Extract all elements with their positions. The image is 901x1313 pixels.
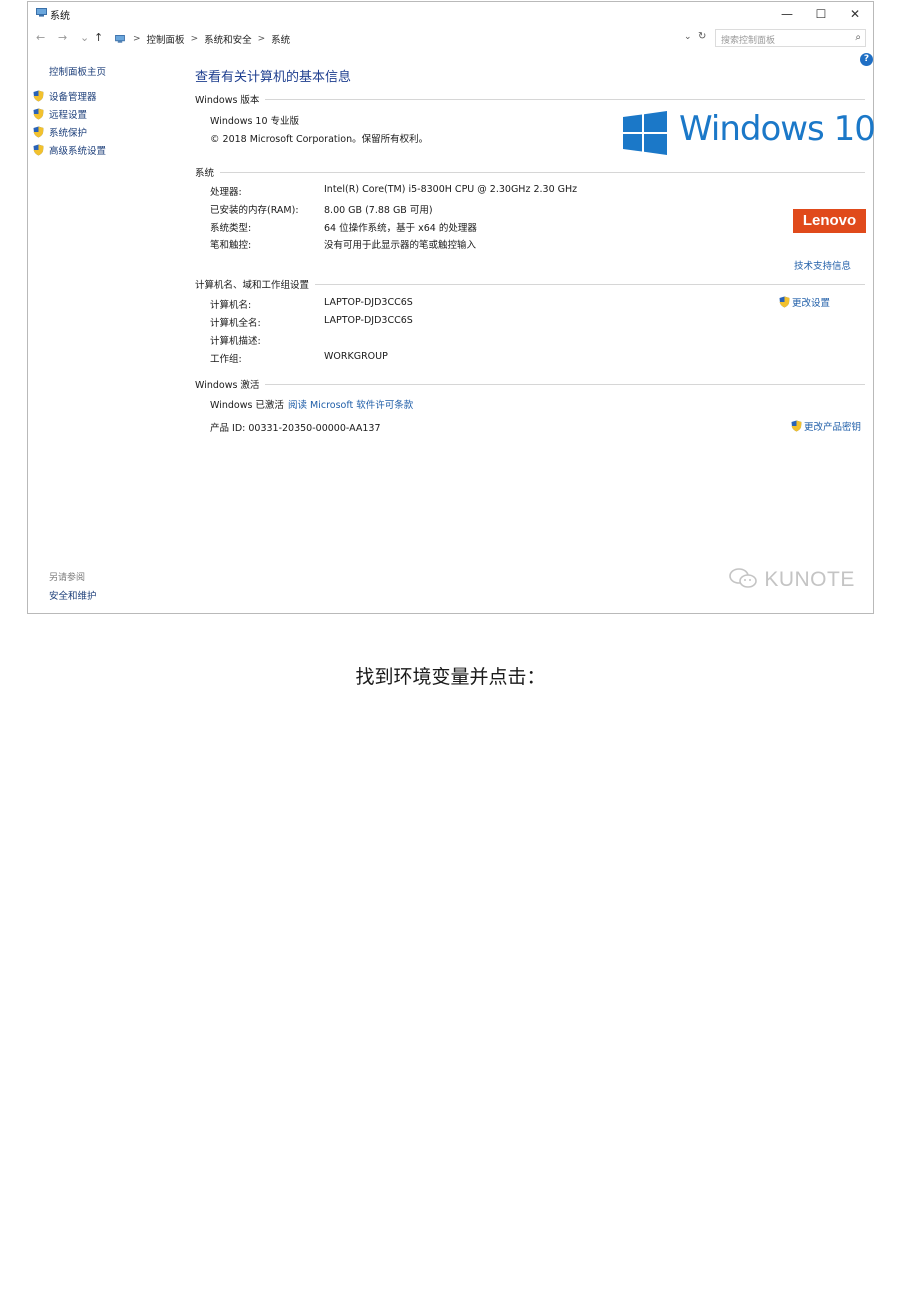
system-type-label: 系统类型: (210, 223, 252, 234)
shield-icon (33, 144, 44, 156)
computer-icon (115, 35, 125, 43)
section-title: Windows 激活 (195, 380, 260, 391)
sidebar-item-advanced-settings[interactable]: 高级系统设置 (33, 143, 106, 157)
ram-value: 8.00 GB (7.88 GB 可用) (324, 205, 433, 216)
recent-locations-button[interactable]: ⌄ (80, 31, 89, 44)
windows-logo: Windows 10 (623, 109, 876, 157)
forward-button[interactable]: → (58, 31, 67, 44)
wechat-icon (729, 568, 757, 588)
breadcrumb-separator: > (190, 34, 199, 44)
section-windows-edition: Windows 版本 (195, 92, 865, 106)
breadcrumb-system-security[interactable]: 系统和安全 (204, 32, 252, 46)
sidebar-item-label: 高级系统设置 (49, 146, 107, 157)
breadcrumb: > 控制面板 > 系统和安全 > 系统 (115, 30, 290, 48)
kunote-watermark: KUNOTE (728, 567, 855, 592)
processor-value: Intel(R) Core(TM) i5-8300H CPU @ 2.30GHz… (324, 184, 578, 195)
sidebar-item-remote-settings[interactable]: 远程设置 (33, 107, 87, 121)
sidebar-item-system-protection[interactable]: 系统保护 (33, 125, 87, 139)
lenovo-logo: Lenovo (793, 209, 866, 233)
back-button[interactable]: ← (36, 31, 45, 44)
pen-touch-value: 没有可用于此显示器的笔或触控输入 (324, 240, 477, 251)
section-title: 系统 (195, 168, 215, 179)
divider (220, 171, 865, 173)
product-id: 产品 ID: 00331-20350-00000-AA137 (210, 423, 381, 434)
minimize-button[interactable]: — (770, 4, 804, 24)
address-dropdown-icon[interactable]: ⌄ (684, 32, 692, 42)
windows-logo-text: Windows 10 (679, 109, 876, 149)
change-product-key-link[interactable]: 更改产品密钥 (791, 419, 861, 433)
full-computer-name-label: 计算机全名: (210, 318, 261, 329)
divider (265, 98, 865, 100)
sidebar-home-link[interactable]: 控制面板主页 (49, 64, 106, 78)
maximize-button[interactable]: ☐ (804, 4, 838, 24)
change-settings-link[interactable]: 更改设置 (779, 295, 830, 309)
windows-edition: Windows 10 专业版 (210, 116, 300, 127)
watermark-text: KUNOTE (764, 568, 855, 591)
breadcrumb-control-panel[interactable]: 控制面板 (147, 32, 185, 46)
computer-icon (36, 8, 47, 17)
section-system: 系统 (195, 165, 865, 179)
ram-label: 已安装的内存(RAM): (210, 205, 299, 216)
workgroup-label: 工作组: (210, 354, 242, 365)
breadcrumb-system[interactable]: 系统 (271, 32, 290, 46)
computer-description-label: 计算机描述: (210, 336, 261, 347)
see-also-heading: 另请参阅 (49, 573, 86, 583)
change-settings-label: 更改设置 (792, 298, 831, 309)
system-window: 系统 — ☐ ✕ ← → ⌄ ↑ > 控制面板 > 系统和安全 > 系统 ⌄ ↻… (27, 1, 876, 614)
divider (315, 283, 865, 285)
breadcrumb-separator: > (257, 34, 266, 44)
processor-label: 处理器: (210, 187, 242, 198)
windows-flag-icon (623, 111, 667, 155)
sidebar-item-label: 设备管理器 (49, 92, 97, 103)
section-windows-activation: Windows 激活 (195, 377, 865, 391)
close-button[interactable]: ✕ (838, 4, 872, 24)
system-type-value: 64 位操作系统，基于 x64 的处理器 (324, 223, 477, 234)
shield-icon (779, 296, 790, 308)
section-computer-name: 计算机名、域和工作组设置 (195, 277, 865, 291)
computer-name-label: 计算机名: (210, 300, 252, 311)
license-terms-link[interactable]: 阅读 Microsoft 软件许可条款 (288, 397, 413, 411)
shield-icon (791, 420, 802, 432)
title-bar: 系统 — ☐ ✕ (28, 2, 873, 26)
sidebar-item-label: 远程设置 (49, 110, 88, 121)
workgroup-value: WORKGROUP (324, 351, 388, 362)
full-computer-name-value: LAPTOP-DJD3CC6S (324, 315, 413, 326)
caption-text: 找到环境变量并点击： (355, 666, 546, 688)
shield-icon (33, 108, 44, 120)
pen-touch-label: 笔和触控: (210, 240, 252, 251)
section-title: Windows 版本 (195, 95, 260, 106)
divider (265, 383, 865, 385)
security-maintenance-link[interactable]: 安全和维护 (49, 588, 97, 602)
section-title: 计算机名、域和工作组设置 (195, 280, 310, 291)
window-title: 系统 (50, 11, 70, 22)
sidebar-item-device-manager[interactable]: 设备管理器 (33, 89, 97, 103)
activation-status: Windows 已激活 (210, 400, 284, 411)
up-button[interactable]: ↑ (94, 31, 103, 44)
address-bar: ← → ⌄ ↑ > 控制面板 > 系统和安全 > 系统 ⌄ ↻ 搜索控制面板 ⌕ (28, 28, 873, 50)
search-box[interactable]: 搜索控制面板 ⌕ (715, 29, 866, 47)
sidebar-item-label: 系统保护 (49, 128, 88, 139)
change-product-key-label: 更改产品密钥 (804, 422, 862, 433)
search-icon[interactable]: ⌕ (855, 32, 861, 43)
computer-name-value: LAPTOP-DJD3CC6S (324, 297, 413, 308)
shield-icon (33, 126, 44, 138)
breadcrumb-separator: > (133, 34, 141, 44)
page-title: 查看有关计算机的基本信息 (195, 70, 352, 85)
shield-icon (33, 90, 44, 102)
help-icon[interactable]: ? (860, 53, 873, 66)
copyright-text: © 2018 Microsoft Corporation。保留所有权利。 (210, 134, 429, 145)
support-info-link[interactable]: 技术支持信息 (794, 258, 851, 272)
search-input[interactable]: 搜索控制面板 (721, 33, 775, 46)
refresh-icon[interactable]: ↻ (698, 31, 706, 42)
